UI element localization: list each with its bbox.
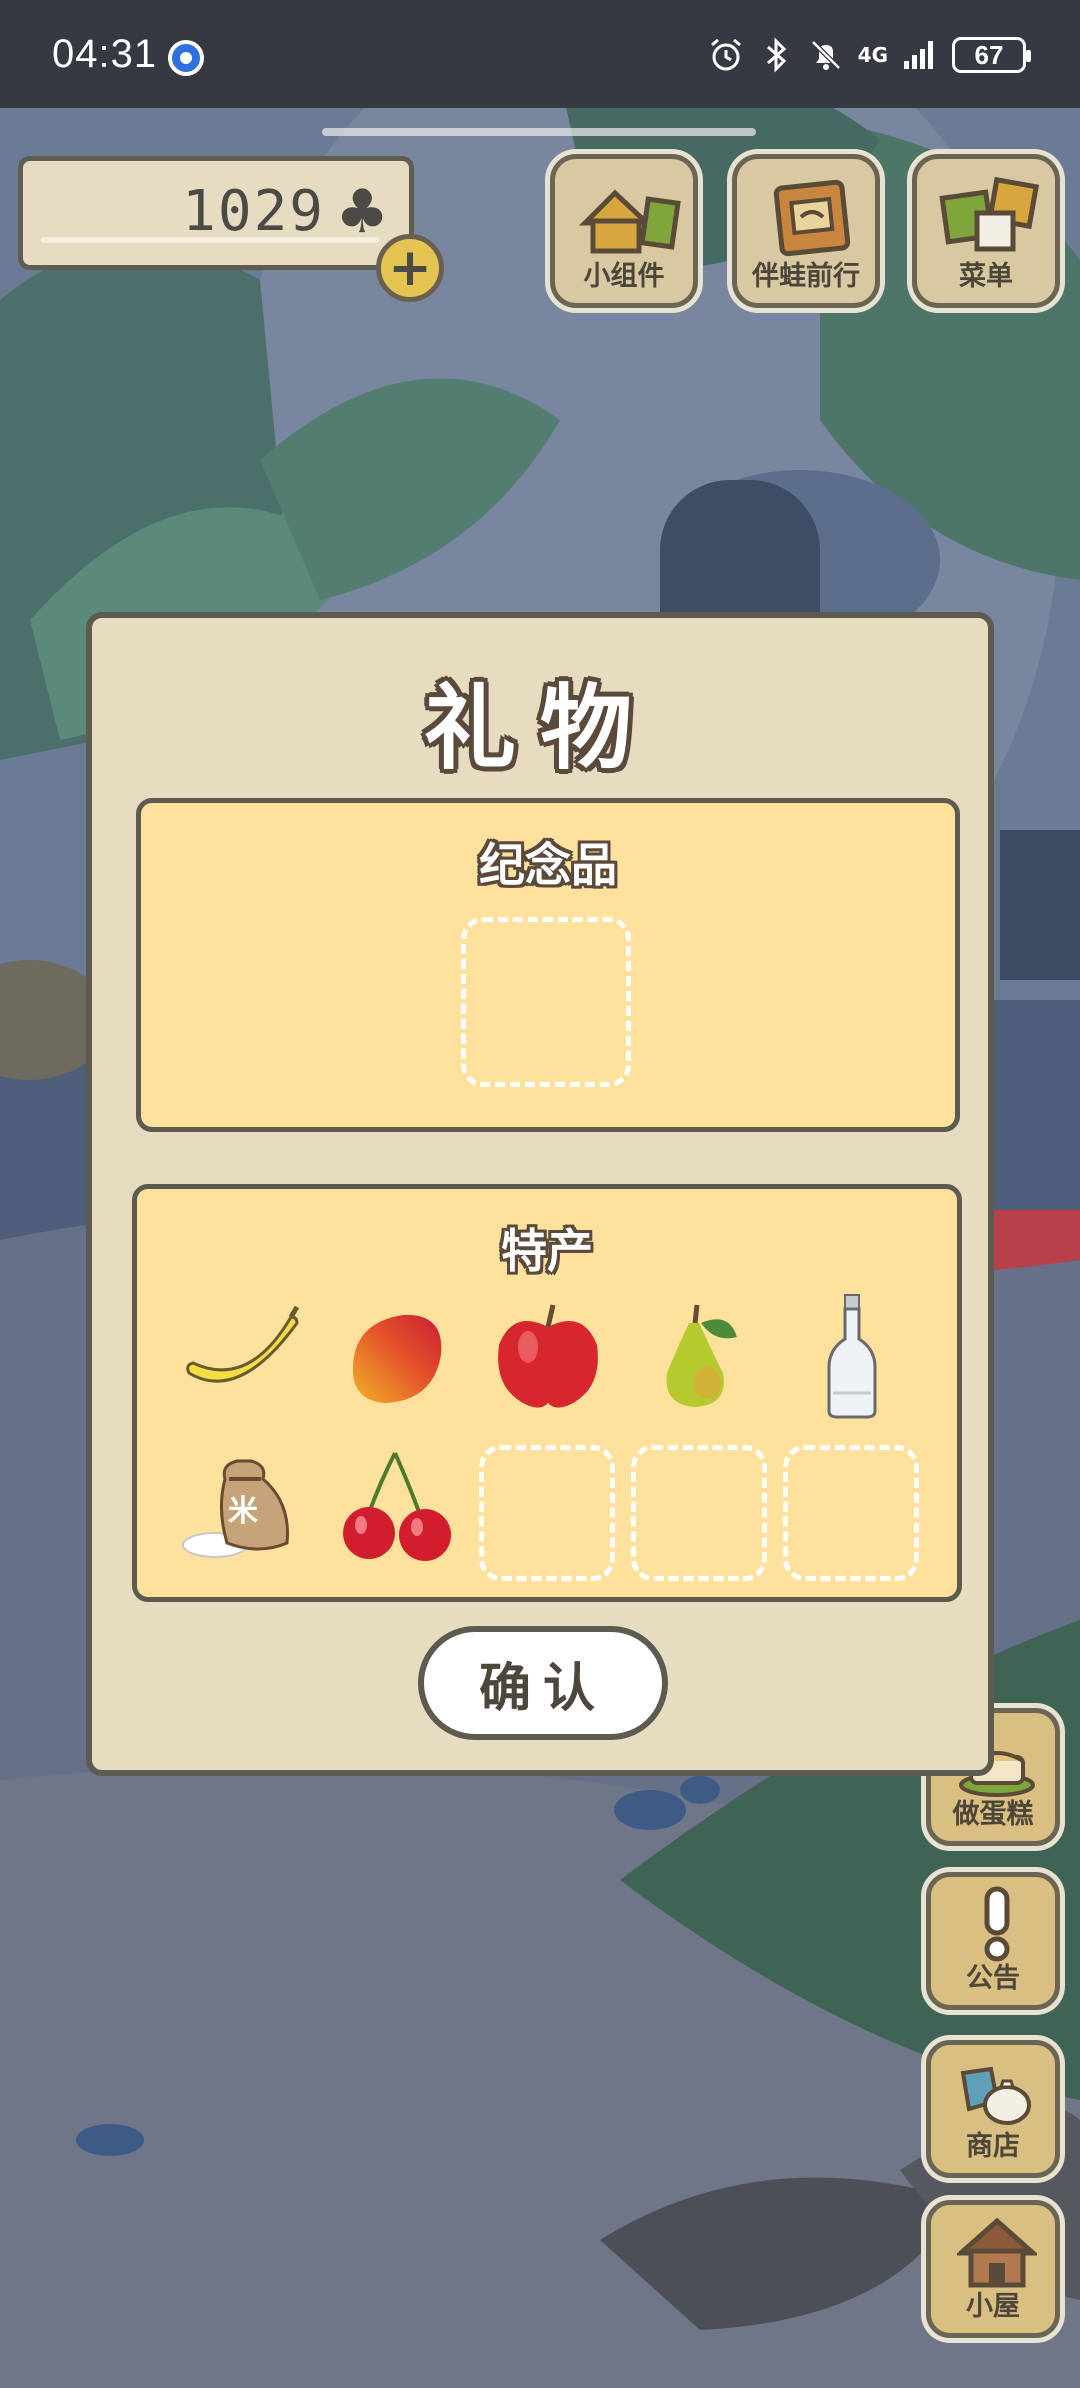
menu-icon [939, 176, 1040, 252]
confirm-button[interactable]: 确认 [418, 1626, 668, 1740]
notice-icon [984, 1886, 1010, 1962]
widget-button[interactable]: 小组件 [550, 154, 698, 308]
add-clovers-button[interactable]: + [376, 234, 444, 302]
souvenir-empty-slot[interactable] [461, 917, 631, 1087]
journey-button[interactable]: 伴蛙前行 [732, 154, 880, 308]
mute-bell-icon [810, 40, 841, 70]
specialty-empty-slot[interactable] [783, 1445, 919, 1581]
apple-icon[interactable] [483, 1293, 613, 1423]
status-icons: 4G 67 [708, 34, 1031, 76]
notice-label: 公告 [966, 1963, 1020, 1994]
specialty-section: 特产 米 [132, 1184, 962, 1602]
house-label: 小屋 [966, 2291, 1020, 2322]
rice-bag-label: 米 [228, 1494, 258, 1529]
shop-label: 商店 [966, 2131, 1020, 2162]
alarm-icon [710, 38, 741, 71]
banana-icon[interactable] [179, 1293, 309, 1423]
menu-button[interactable]: 菜单 [912, 154, 1060, 308]
app-notification-icon [168, 40, 204, 76]
widget-icon [578, 189, 681, 254]
notice-button[interactable]: 公告 [926, 1872, 1060, 2010]
bluetooth-icon [766, 37, 786, 73]
clover-count: 1029 [182, 179, 325, 244]
house-button[interactable]: 小屋 [926, 2200, 1060, 2338]
clover-counter: 1029 ♣ [18, 156, 414, 270]
gift-dialog: 礼物 纪念品 特产 米 确认 [86, 612, 994, 1776]
pear-icon[interactable] [637, 1293, 767, 1423]
shop-button[interactable]: 商店 [926, 2040, 1060, 2178]
journey-label: 伴蛙前行 [752, 261, 860, 292]
widget-label: 小组件 [583, 261, 665, 292]
dialog-title: 礼物 [423, 675, 656, 782]
shop-icon [960, 2066, 1031, 2125]
rice-bag-icon[interactable]: 米 [179, 1439, 309, 1569]
clover-icon: ♣ [335, 177, 389, 247]
mango-icon[interactable] [333, 1293, 463, 1423]
make-cake-label: 做蛋糕 [952, 1799, 1034, 1830]
specialty-title: 特产 [501, 1224, 593, 1278]
status-bar: 04:31 4G 67 [0, 0, 1080, 108]
souvenir-section: 纪念品 [136, 798, 960, 1132]
menu-label: 菜单 [959, 261, 1013, 292]
cherry-icon[interactable] [333, 1439, 463, 1569]
pull-down-handle[interactable] [322, 128, 756, 136]
specialty-empty-slot[interactable] [631, 1445, 767, 1581]
signal-icon [904, 41, 933, 69]
journey-icon [773, 179, 851, 257]
specialty-empty-slot[interactable] [479, 1445, 615, 1581]
bottle-icon[interactable] [787, 1293, 917, 1423]
network-type: 4G [857, 43, 888, 67]
status-time: 04:31 [52, 32, 158, 76]
battery-indicator: 67 [952, 37, 1031, 73]
souvenir-title: 纪念品 [479, 838, 617, 892]
house-icon [957, 2217, 1037, 2288]
